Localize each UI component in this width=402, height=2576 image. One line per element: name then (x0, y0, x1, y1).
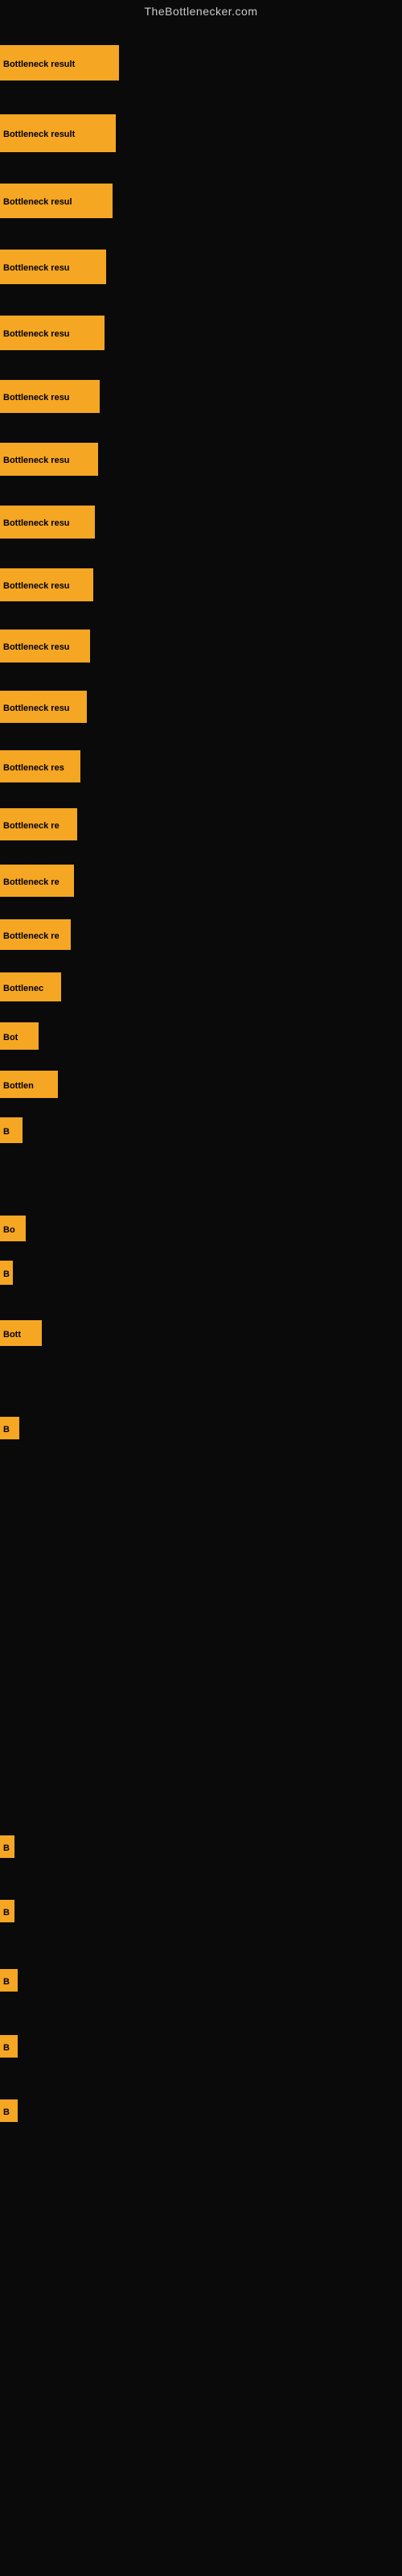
bar-label-7: Bottleneck resu (0, 443, 98, 476)
bar-label-17: Bot (0, 1022, 39, 1050)
bar-row-3: Bottleneck resul (0, 184, 113, 218)
bar-row-7: Bottleneck resu (0, 443, 98, 476)
bar-label-6: Bottleneck resu (0, 380, 100, 413)
bar-label-28: B (0, 2099, 18, 2122)
bar-label-15: Bottleneck re (0, 919, 71, 950)
bar-label-26: B (0, 1969, 18, 1992)
bar-label-13: Bottleneck re (0, 808, 77, 840)
bar-row-14: Bottleneck re (0, 865, 74, 897)
bar-label-27: B (0, 2035, 18, 2058)
bar-row-10: Bottleneck resu (0, 630, 90, 663)
bar-row-6: Bottleneck resu (0, 380, 100, 413)
bar-label-24: B (0, 1835, 14, 1858)
bar-row-8: Bottleneck resu (0, 506, 95, 539)
bar-label-25: B (0, 1900, 14, 1922)
bar-row-26: B (0, 1969, 18, 1992)
bar-row-15: Bottleneck re (0, 919, 71, 950)
bar-row-12: Bottleneck res (0, 750, 80, 782)
bar-row-1: Bottleneck result (0, 45, 119, 80)
bar-row-20: Bo (0, 1216, 26, 1241)
bar-label-12: Bottleneck res (0, 750, 80, 782)
bar-label-8: Bottleneck resu (0, 506, 95, 539)
bar-row-13: Bottleneck re (0, 808, 77, 840)
bar-label-19: B (0, 1117, 23, 1143)
bar-label-4: Bottleneck resu (0, 250, 106, 284)
bar-label-21: B (0, 1261, 13, 1285)
bar-row-5: Bottleneck resu (0, 316, 105, 350)
bar-label-11: Bottleneck resu (0, 691, 87, 723)
bar-label-14: Bottleneck re (0, 865, 74, 897)
bar-row-23: B (0, 1417, 19, 1439)
bar-label-9: Bottleneck resu (0, 568, 93, 601)
bar-label-23: B (0, 1417, 19, 1439)
bar-row-9: Bottleneck resu (0, 568, 93, 601)
bar-label-1: Bottleneck result (0, 45, 119, 80)
bar-label-2: Bottleneck result (0, 114, 116, 152)
bar-row-16: Bottlenec (0, 972, 61, 1001)
bar-label-18: Bottlen (0, 1071, 58, 1098)
bar-label-10: Bottleneck resu (0, 630, 90, 663)
bar-row-27: B (0, 2035, 18, 2058)
bar-row-18: Bottlen (0, 1071, 58, 1098)
bar-row-28: B (0, 2099, 18, 2122)
bar-row-11: Bottleneck resu (0, 691, 87, 723)
bar-label-5: Bottleneck resu (0, 316, 105, 350)
bar-row-24: B (0, 1835, 14, 1858)
bar-row-21: B (0, 1261, 13, 1285)
bar-row-2: Bottleneck result (0, 114, 116, 152)
bar-label-16: Bottlenec (0, 972, 61, 1001)
bar-label-3: Bottleneck resul (0, 184, 113, 218)
bar-label-22: Bott (0, 1320, 42, 1346)
bar-row-17: Bot (0, 1022, 39, 1050)
site-title: TheBottlenecker.com (0, 0, 402, 21)
bar-row-19: B (0, 1117, 23, 1143)
bar-label-20: Bo (0, 1216, 26, 1241)
bar-row-4: Bottleneck resu (0, 250, 106, 284)
bar-row-22: Bott (0, 1320, 42, 1346)
bar-row-25: B (0, 1900, 14, 1922)
